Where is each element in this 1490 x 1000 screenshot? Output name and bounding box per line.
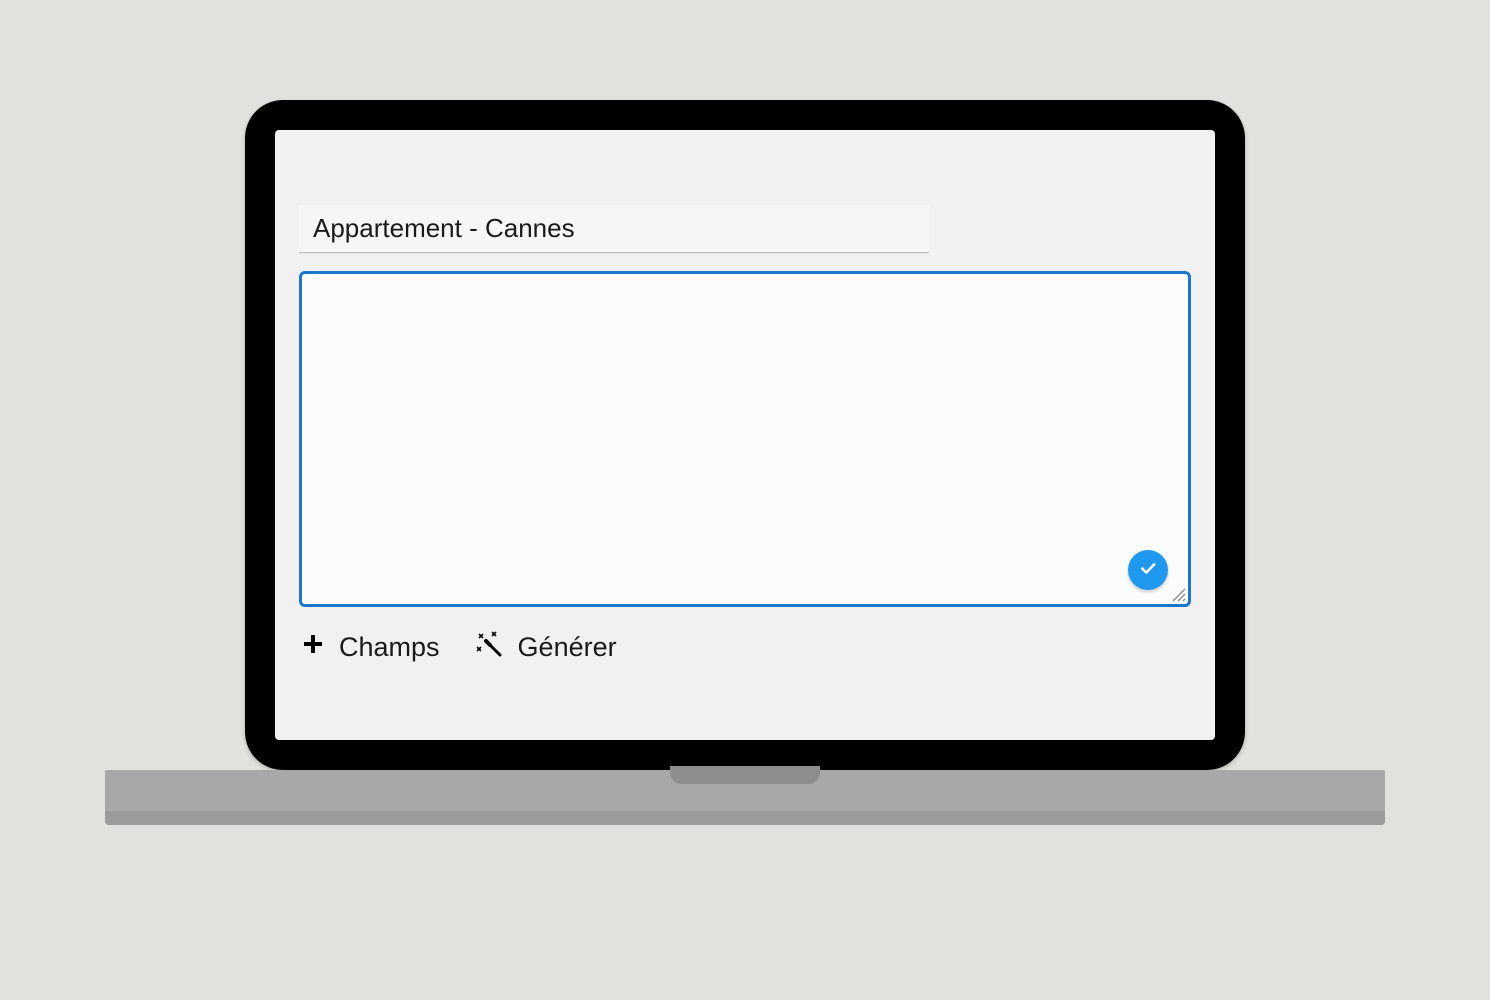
check-icon	[1138, 558, 1158, 583]
champs-button[interactable]: Champs	[301, 632, 440, 663]
generer-label: Générer	[518, 632, 617, 663]
resize-handle-icon[interactable]	[1170, 586, 1186, 602]
laptop-screen-frame: Champs	[245, 100, 1245, 770]
generer-button[interactable]: Générer	[474, 629, 617, 666]
title-input[interactable]	[299, 205, 929, 253]
laptop-mockup: Champs	[245, 100, 1245, 770]
plus-icon	[301, 632, 325, 663]
content-textarea[interactable]	[299, 271, 1191, 607]
toolbar: Champs	[299, 629, 1191, 666]
magic-wand-icon	[474, 629, 504, 666]
app-screen: Champs	[275, 130, 1215, 740]
laptop-hinge	[670, 766, 820, 784]
confirm-button[interactable]	[1128, 550, 1168, 590]
champs-label: Champs	[339, 632, 440, 663]
